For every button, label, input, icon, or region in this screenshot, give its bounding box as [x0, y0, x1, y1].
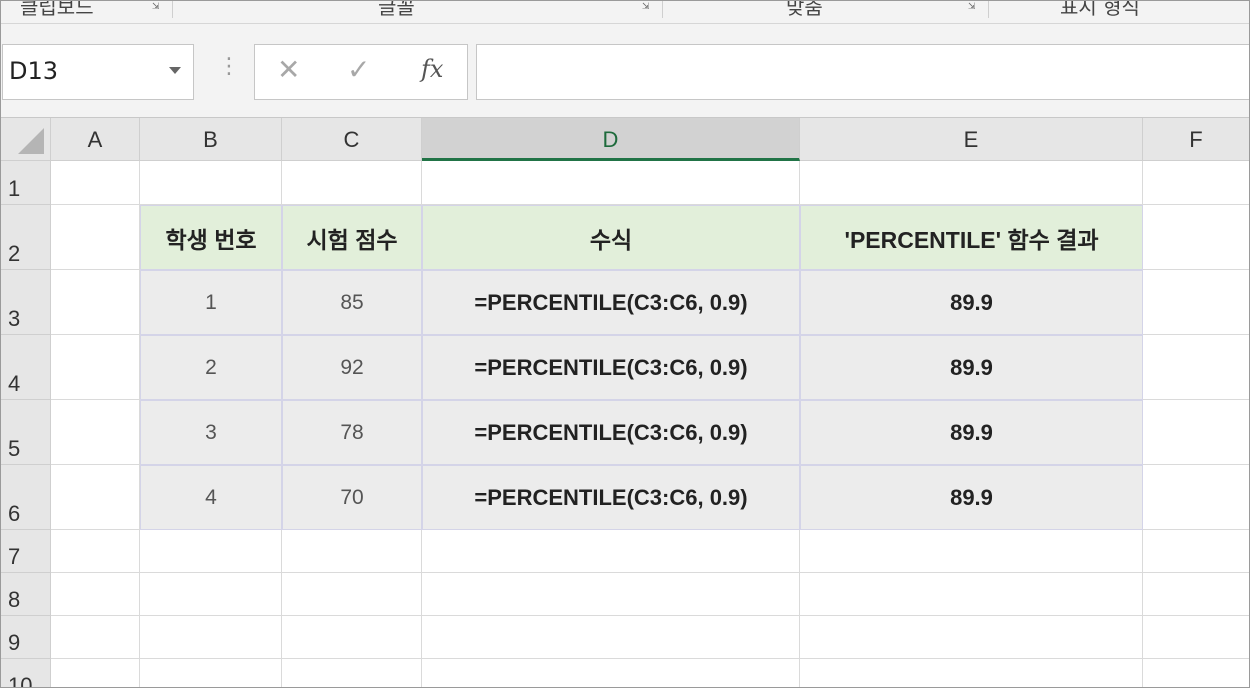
ribbon-separator: [662, 0, 663, 18]
cell-student-number[interactable]: 4: [140, 465, 282, 530]
row-header-7[interactable]: 7: [0, 530, 51, 573]
row-header-10[interactable]: 10: [0, 659, 51, 688]
insert-function-icon[interactable]: fx: [421, 55, 443, 83]
formula-input[interactable]: [476, 44, 1250, 100]
cell-test-score[interactable]: 85: [282, 270, 422, 335]
cell-formula[interactable]: =PERCENTILE(C3:C6, 0.9): [422, 270, 800, 335]
row-header-3[interactable]: 3: [0, 270, 51, 335]
ribbon-group-font: 글꼴: [378, 0, 415, 19]
ribbon-group-alignment: 맞춤: [786, 0, 823, 19]
ribbon-group-number: 표시 형식: [1060, 0, 1140, 19]
cell-formula[interactable]: =PERCENTILE(C3:C6, 0.9): [422, 400, 800, 465]
header-cell-percentile-result[interactable]: 'PERCENTILE' 함수 결과: [800, 205, 1143, 270]
cell-test-score[interactable]: 70: [282, 465, 422, 530]
row-header-9[interactable]: 9: [0, 616, 51, 659]
gridline: [51, 572, 1250, 573]
column-header-a[interactable]: A: [51, 118, 140, 161]
header-cell-formula[interactable]: 수식: [422, 205, 800, 270]
cell-formula[interactable]: =PERCENTILE(C3:C6, 0.9): [422, 335, 800, 400]
column-header-f[interactable]: F: [1143, 118, 1250, 161]
row-header-6[interactable]: 6: [0, 465, 51, 530]
header-cell-student-number[interactable]: 학생 번호: [140, 205, 282, 270]
drag-handle-icon[interactable]: ⋮: [218, 54, 240, 79]
column-header-c[interactable]: C: [282, 118, 422, 161]
formula-bar: D13 ⋮ ✕ ✓ fx: [0, 24, 1250, 118]
ribbon-group-labels: 클립보드 ⇲ 글꼴 ⇲ 맞춤 ⇲ 표시 형식: [0, 0, 1250, 24]
select-all-button[interactable]: [0, 118, 51, 161]
clipboard-launcher-icon[interactable]: ⇲: [152, 2, 162, 12]
cancel-icon[interactable]: ✕: [277, 53, 300, 86]
name-box-value: D13: [9, 57, 59, 85]
cell-test-score[interactable]: 92: [282, 335, 422, 400]
worksheet-grid: A B C D E F 1 2 3 4 5 6 7 8 9 10 학생 번호 시…: [0, 118, 1250, 688]
gridline: [51, 615, 1250, 616]
ribbon-group-clipboard: 클립보드: [20, 0, 94, 19]
row-header-2[interactable]: 2: [0, 205, 51, 270]
cell-test-score[interactable]: 78: [282, 400, 422, 465]
name-box[interactable]: D13: [2, 44, 194, 100]
cell-formula[interactable]: =PERCENTILE(C3:C6, 0.9): [422, 465, 800, 530]
cell-student-number[interactable]: 2: [140, 335, 282, 400]
row-header-5[interactable]: 5: [0, 400, 51, 465]
row-header-4[interactable]: 4: [0, 335, 51, 400]
formula-buttons: ✕ ✓ fx: [254, 44, 468, 100]
header-cell-test-score[interactable]: 시험 점수: [282, 205, 422, 270]
row-header-8[interactable]: 8: [0, 573, 51, 616]
ribbon-separator: [988, 0, 989, 18]
column-header-e[interactable]: E: [800, 118, 1143, 161]
alignment-launcher-icon[interactable]: ⇲: [968, 2, 978, 12]
cell-result[interactable]: 89.9: [800, 335, 1143, 400]
cell-student-number[interactable]: 1: [140, 270, 282, 335]
cell-result[interactable]: 89.9: [800, 465, 1143, 530]
enter-check-icon[interactable]: ✓: [347, 53, 370, 86]
cell-student-number[interactable]: 3: [140, 400, 282, 465]
cell-result[interactable]: 89.9: [800, 270, 1143, 335]
select-all-icon: [18, 128, 44, 154]
chevron-down-icon[interactable]: [169, 67, 181, 74]
font-launcher-icon[interactable]: ⇲: [642, 2, 652, 12]
cell-result[interactable]: 89.9: [800, 400, 1143, 465]
column-header-b[interactable]: B: [140, 118, 282, 161]
ribbon-separator: [172, 0, 173, 18]
column-header-d[interactable]: D: [422, 118, 800, 161]
gridline: [51, 658, 1250, 659]
row-header-1[interactable]: 1: [0, 161, 51, 205]
